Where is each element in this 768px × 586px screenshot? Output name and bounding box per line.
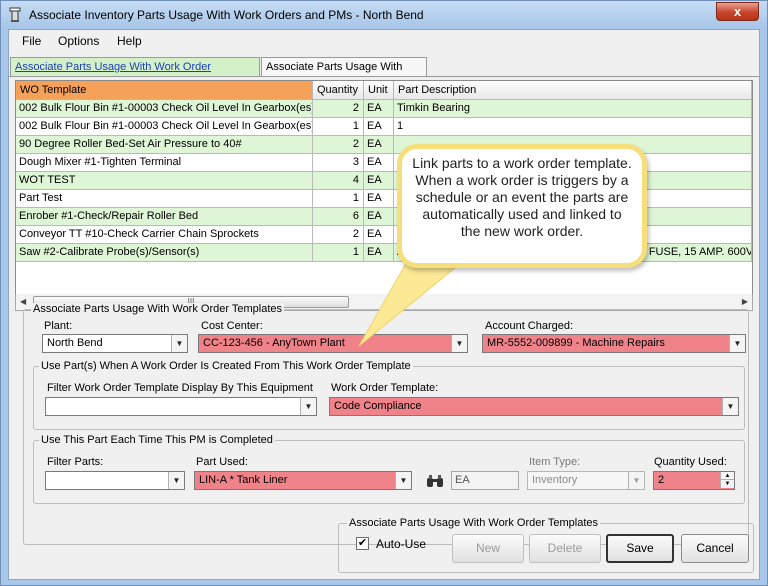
chevron-down-icon[interactable]: ▼ [171, 335, 187, 352]
template-usage-legend: Use Part(s) When A Work Order Is Created… [39, 360, 413, 372]
cell-wo-template[interactable]: 90 Degree Roller Bed-Set Air Pressure to… [16, 136, 313, 154]
cell-quantity[interactable]: 3 [313, 154, 364, 172]
pm-usage-group: Use This Part Each Time This PM is Compl… [33, 434, 745, 504]
account-charged-select[interactable]: MR-5552-009899 - Machine Repairs ▼ [482, 334, 746, 353]
close-button[interactable]: x [716, 2, 759, 21]
chevron-down-icon[interactable]: ▼ [722, 398, 738, 415]
cell-part-description[interactable]: 1 [394, 118, 752, 136]
cell-unit[interactable]: EA [364, 136, 394, 154]
tab-pms[interactable]: Associate Parts Usage With PMs [261, 57, 427, 91]
column-header-quantity[interactable]: Quantity [313, 81, 364, 100]
scroll-right-icon[interactable]: ▶ [742, 297, 748, 306]
item-type-label: Item Type: [529, 456, 581, 468]
cell-unit[interactable]: EA [364, 208, 394, 226]
quantity-used-label: Quantity Used: [654, 456, 727, 468]
menu-bar: File Options Help [9, 30, 759, 52]
filter-equipment-select[interactable]: ▼ [45, 397, 317, 416]
help-callout-text: Link parts to a work order template. Whe… [412, 155, 632, 239]
cell-part-description[interactable]: Timkin Bearing [394, 100, 752, 118]
app-icon [9, 7, 21, 22]
save-button[interactable]: Save [606, 534, 674, 563]
cell-unit[interactable]: EA [364, 154, 394, 172]
cell-unit[interactable]: EA [364, 190, 394, 208]
app-window: Associate Inventory Parts Usage With Wor… [0, 0, 768, 586]
chevron-down-icon[interactable]: ▼ [729, 335, 745, 352]
cell-quantity[interactable]: 1 [313, 190, 364, 208]
tab-templates[interactable]: Associate Parts Usage With Work Order Te… [10, 57, 260, 91]
cell-quantity[interactable]: 6 [313, 208, 364, 226]
cell-wo-template[interactable]: Dough Mixer #1-Tighten Terminal [16, 154, 313, 172]
cell-unit[interactable]: EA [364, 172, 394, 190]
chevron-down-icon[interactable]: ▼ [300, 398, 316, 415]
table-row[interactable]: 002 Bulk Flour Bin #1-00003 Check Oil Le… [16, 100, 752, 118]
cost-center-select-value: CC-123-456 - AnyTown Plant [203, 337, 345, 349]
delete-button[interactable]: Delete [529, 534, 601, 563]
filter-parts-select[interactable]: ▼ [45, 471, 185, 490]
cell-wo-template[interactable]: Part Test [16, 190, 313, 208]
cell-quantity[interactable]: 4 [313, 172, 364, 190]
menu-file[interactable]: File [22, 34, 41, 48]
cell-quantity[interactable]: 2 [313, 100, 364, 118]
table-row[interactable]: 002 Bulk Flour Bin #1-00003 Check Oil Le… [16, 118, 752, 136]
associate-group-legend: Associate Parts Usage With Work Order Te… [31, 303, 285, 315]
tab-divider [9, 76, 759, 77]
cost-center-label: Cost Center: [201, 320, 263, 332]
increment-icon[interactable]: ▲ [720, 472, 734, 480]
column-header-part-description[interactable]: Part Description [394, 81, 752, 100]
grid-header: WO Template Quantity Unit Part Descripti… [16, 81, 752, 100]
quantity-used-stepper[interactable]: 2 ▲ ▼ [653, 471, 735, 490]
new-button[interactable]: New [452, 534, 524, 563]
menu-options[interactable]: Options [58, 34, 99, 48]
pm-usage-legend: Use This Part Each Time This PM is Compl… [39, 434, 275, 446]
auto-use-checkbox[interactable]: ✔ [356, 537, 369, 550]
filter-parts-label: Filter Parts: [47, 456, 104, 468]
part-unit-field: EA [451, 471, 519, 490]
title-bar: Associate Inventory Parts Usage With Wor… [1, 1, 767, 29]
plant-select[interactable]: North Bend ▼ [42, 334, 188, 353]
cell-wo-template[interactable]: Conveyor TT #10-Check Carrier Chain Spro… [16, 226, 313, 244]
scroll-left-icon[interactable]: ◀ [20, 297, 26, 306]
cell-unit[interactable]: EA [364, 100, 394, 118]
work-order-template-value: Code Compliance [334, 400, 422, 412]
cell-wo-template[interactable]: Enrober #1-Check/Repair Roller Bed [16, 208, 313, 226]
cell-wo-template[interactable]: Saw #2-Calibrate Probe(s)/Sensor(s) [16, 244, 313, 262]
cell-wo-template[interactable]: 002 Bulk Flour Bin #1-00003 Check Oil Le… [16, 100, 313, 118]
cell-unit[interactable]: EA [364, 226, 394, 244]
decrement-icon[interactable]: ▼ [720, 480, 734, 488]
cell-unit[interactable]: EA [364, 118, 394, 136]
chevron-down-icon[interactable]: ▼ [628, 472, 644, 489]
item-type-value: Inventory [532, 474, 578, 486]
help-callout: Link parts to a work order template. Whe… [397, 144, 647, 268]
filter-equipment-label: Filter Work Order Template Display By Th… [47, 382, 313, 394]
cell-quantity[interactable]: 1 [313, 118, 364, 136]
menu-help[interactable]: Help [117, 34, 142, 48]
cancel-button[interactable]: Cancel [681, 534, 749, 563]
template-usage-group: Use Part(s) When A Work Order Is Created… [33, 360, 745, 430]
cell-quantity[interactable]: 2 [313, 136, 364, 154]
plant-label: Plant: [44, 320, 73, 332]
actions-group-legend: Associate Parts Usage With Work Order Te… [347, 517, 601, 529]
work-order-template-select[interactable]: Code Compliance ▼ [329, 397, 739, 416]
callout-pointer [358, 257, 469, 347]
auto-use-label: Auto-Use [376, 537, 427, 551]
actions-group: Associate Parts Usage With Work Order Te… [338, 517, 754, 573]
part-used-select[interactable]: LIN-A * Tank Liner ▼ [194, 471, 412, 490]
client-area: File Options Help Associate Parts Usage … [8, 29, 760, 580]
part-used-value: LIN-A * Tank Liner [199, 474, 288, 486]
binoculars-icon[interactable] [426, 474, 444, 488]
cell-wo-template[interactable]: WOT TEST [16, 172, 313, 190]
column-header-wo-template[interactable]: WO Template [16, 81, 313, 100]
cell-wo-template[interactable]: 002 Bulk Flour Bin #1-00003 Check Oil Le… [16, 118, 313, 136]
window-title: Associate Inventory Parts Usage With Wor… [29, 8, 424, 22]
chevron-down-icon[interactable]: ▼ [395, 472, 411, 489]
part-used-label: Part Used: [196, 456, 248, 468]
work-order-template-label: Work Order Template: [331, 382, 439, 394]
quantity-used-value: 2 [658, 474, 665, 486]
plant-select-value: North Bend [47, 337, 103, 349]
chevron-down-icon[interactable]: ▼ [168, 472, 184, 489]
column-header-unit[interactable]: Unit [364, 81, 394, 100]
cell-quantity[interactable]: 2 [313, 226, 364, 244]
item-type-select[interactable]: Inventory ▼ [527, 471, 645, 490]
